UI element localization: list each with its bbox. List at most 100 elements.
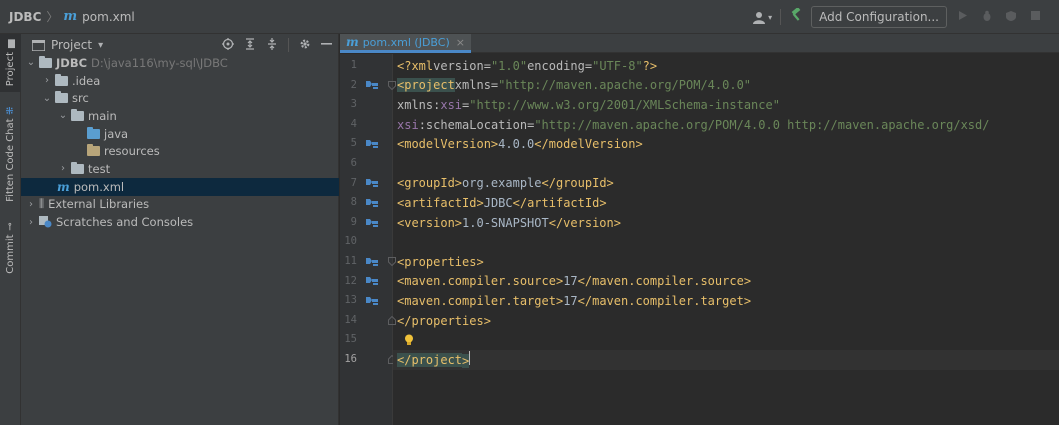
line-number: 11 <box>344 255 357 267</box>
maven-gutter-icon[interactable] <box>366 213 378 233</box>
gear-icon[interactable] <box>299 38 311 53</box>
tree-item-label: pom.xml <box>73 179 125 194</box>
code-line[interactable]: </project > <box>393 350 1059 370</box>
code-line[interactable]: <modelVersion >4.0.0 </modelVersion > <box>393 134 1059 154</box>
tree-item-java[interactable]: java <box>21 125 339 143</box>
breadcrumb-separator: 〉 <box>46 10 59 24</box>
debug-icon[interactable] <box>979 10 995 25</box>
user-icon[interactable]: ▾ <box>752 11 772 24</box>
code-line[interactable]: <maven.compiler.source >17 </maven.compile… <box>393 272 1059 292</box>
code-line[interactable]: <?xml version = "1.0" encoding = "UTF-8" ?> <box>393 56 1059 76</box>
chevron-right-icon[interactable]: › <box>41 75 53 86</box>
resources-folder-icon <box>87 144 100 157</box>
tree-item-label: Scratches and Consoles <box>56 215 194 230</box>
tree-item-label: src <box>72 91 89 106</box>
text-caret <box>469 351 471 366</box>
editor-tab-pom-xml[interactable]: m pom.xml (JDBC) × <box>340 34 471 53</box>
scratches-icon <box>39 216 52 228</box>
code-line[interactable] <box>393 330 1059 350</box>
strip-tab-project[interactable]: Project <box>0 34 21 92</box>
breadcrumb-project[interactable]: JDBC <box>9 10 41 24</box>
tree-item-label: resources <box>104 144 160 159</box>
chevron-right-icon[interactable]: › <box>25 217 37 228</box>
line-number: 7 <box>350 176 357 189</box>
line-number: 6 <box>350 157 357 169</box>
code-line[interactable]: xsi: schemaLocation = "http://maven.apache.… <box>393 115 1059 135</box>
code-line[interactable]: <groupId > org.example </groupId > <box>393 174 1059 194</box>
minimize-icon[interactable] <box>321 38 332 52</box>
breadcrumb-file[interactable]: pom.xml <box>82 10 135 24</box>
chevron-right-icon[interactable]: › <box>57 163 69 174</box>
code-line[interactable] <box>393 232 1059 252</box>
add-configuration-button[interactable]: Add Configuration... <box>811 6 947 28</box>
tree-item-scratches[interactable]: › Scratches and Consoles <box>21 213 339 231</box>
collapse-all-icon[interactable] <box>266 37 278 53</box>
intention-bulb-icon[interactable] <box>403 330 415 350</box>
tree-item-pom-xml[interactable]: m pom.xml <box>21 177 339 196</box>
tree-item-src[interactable]: ⌄ src <box>21 89 339 107</box>
tree-item-label: External Libraries <box>48 197 150 212</box>
code-line[interactable]: xmlns: xsi = "http://www.w3.org/2001/XMLSch… <box>393 95 1059 115</box>
tree-item-resources[interactable]: resources <box>21 142 339 160</box>
folder-icon <box>55 73 68 86</box>
module-folder-icon <box>39 55 52 68</box>
source-folder-icon <box>87 126 100 139</box>
maven-gutter-icon[interactable] <box>366 76 378 96</box>
code-line[interactable]: <version >1.0-SNAPSHOT </version > <box>393 213 1059 233</box>
tree-item-jdbc[interactable]: ⌄ JDBC D:\java116\my-sql\JDBC <box>21 54 339 72</box>
line-number: 1 <box>350 59 357 71</box>
code-line[interactable]: <maven.compiler.target >17 </maven.compile… <box>393 291 1059 311</box>
code-area[interactable]: <?xml version = "1.0" encoding = "UTF-8" ?> <p… <box>393 54 1059 425</box>
chevron-down-icon[interactable]: ⌄ <box>25 57 37 68</box>
maven-gutter-icon[interactable] <box>366 252 378 272</box>
line-number: 9 <box>350 215 357 228</box>
tree-item-idea[interactable]: › .idea <box>21 72 339 90</box>
code-line[interactable]: <project xmlns = "http://maven.apache.org/… <box>393 76 1059 96</box>
locate-icon[interactable] <box>222 37 234 53</box>
line-number: 8 <box>350 196 357 209</box>
editor-gutter: 1 2 3 4 5 6 7 8 9 10 11 12 13 14 15 16 <box>340 54 396 425</box>
line-number: 16 <box>344 353 357 365</box>
close-icon[interactable]: × <box>456 36 465 49</box>
folder-icon <box>71 108 84 121</box>
project-view-dropdown-icon[interactable]: ▾ <box>98 40 103 51</box>
coverage-icon[interactable] <box>1003 10 1019 25</box>
maven-gutter-icon[interactable] <box>366 174 378 194</box>
project-folder-icon <box>32 39 45 51</box>
chevron-down-icon[interactable]: ⌄ <box>41 93 53 104</box>
tree-item-label: .idea <box>72 73 101 88</box>
tree-item-main[interactable]: ⌄ main <box>21 107 339 125</box>
line-number: 13 <box>344 294 357 307</box>
maven-file-icon: m <box>346 35 359 49</box>
maven-gutter-icon[interactable] <box>366 193 378 213</box>
line-number: 2 <box>350 78 357 91</box>
maven-gutter-icon[interactable] <box>366 291 378 311</box>
fitten-icon: ⁜ <box>5 106 16 115</box>
stop-icon[interactable] <box>1027 10 1043 24</box>
line-number: 4 <box>350 117 357 130</box>
project-tree: ⌄ JDBC D:\java116\my-sql\JDBC › .idea ⌄ … <box>21 54 339 231</box>
code-line[interactable]: </properties > <box>393 311 1059 331</box>
folder-icon <box>71 161 84 174</box>
expand-all-icon[interactable] <box>244 37 256 53</box>
run-icon[interactable] <box>955 10 971 24</box>
strip-tab-fitten-code-chat[interactable]: Fitten Code Chat ⁜ <box>0 100 21 208</box>
line-number: 5 <box>350 137 357 150</box>
maven-gutter-icon[interactable] <box>366 134 378 154</box>
code-line[interactable] <box>393 154 1059 174</box>
project-panel-header: Project ▾ <box>21 34 338 56</box>
chevron-right-icon[interactable]: › <box>25 199 37 210</box>
hammer-icon[interactable] <box>789 6 803 26</box>
code-line[interactable]: <artifactId > JDBC </artifactId > <box>393 193 1059 213</box>
maven-gutter-icon[interactable] <box>366 272 378 292</box>
folder-icon <box>55 91 68 104</box>
project-panel-title[interactable]: Project <box>51 38 92 52</box>
folder-icon <box>8 39 15 49</box>
tree-item-external-libraries[interactable]: › ⫼ External Libraries <box>21 196 339 214</box>
chevron-down-icon[interactable]: ⌄ <box>57 110 69 121</box>
code-line[interactable]: <properties > <box>393 252 1059 272</box>
strip-tab-commit[interactable]: Commit ⊸ <box>0 219 21 277</box>
tree-item-path: D:\java116\my-sql\JDBC <box>91 55 228 70</box>
breadcrumb: JDBC 〉 m pom.xml <box>0 8 135 25</box>
tree-item-test[interactable]: › test <box>21 160 339 178</box>
